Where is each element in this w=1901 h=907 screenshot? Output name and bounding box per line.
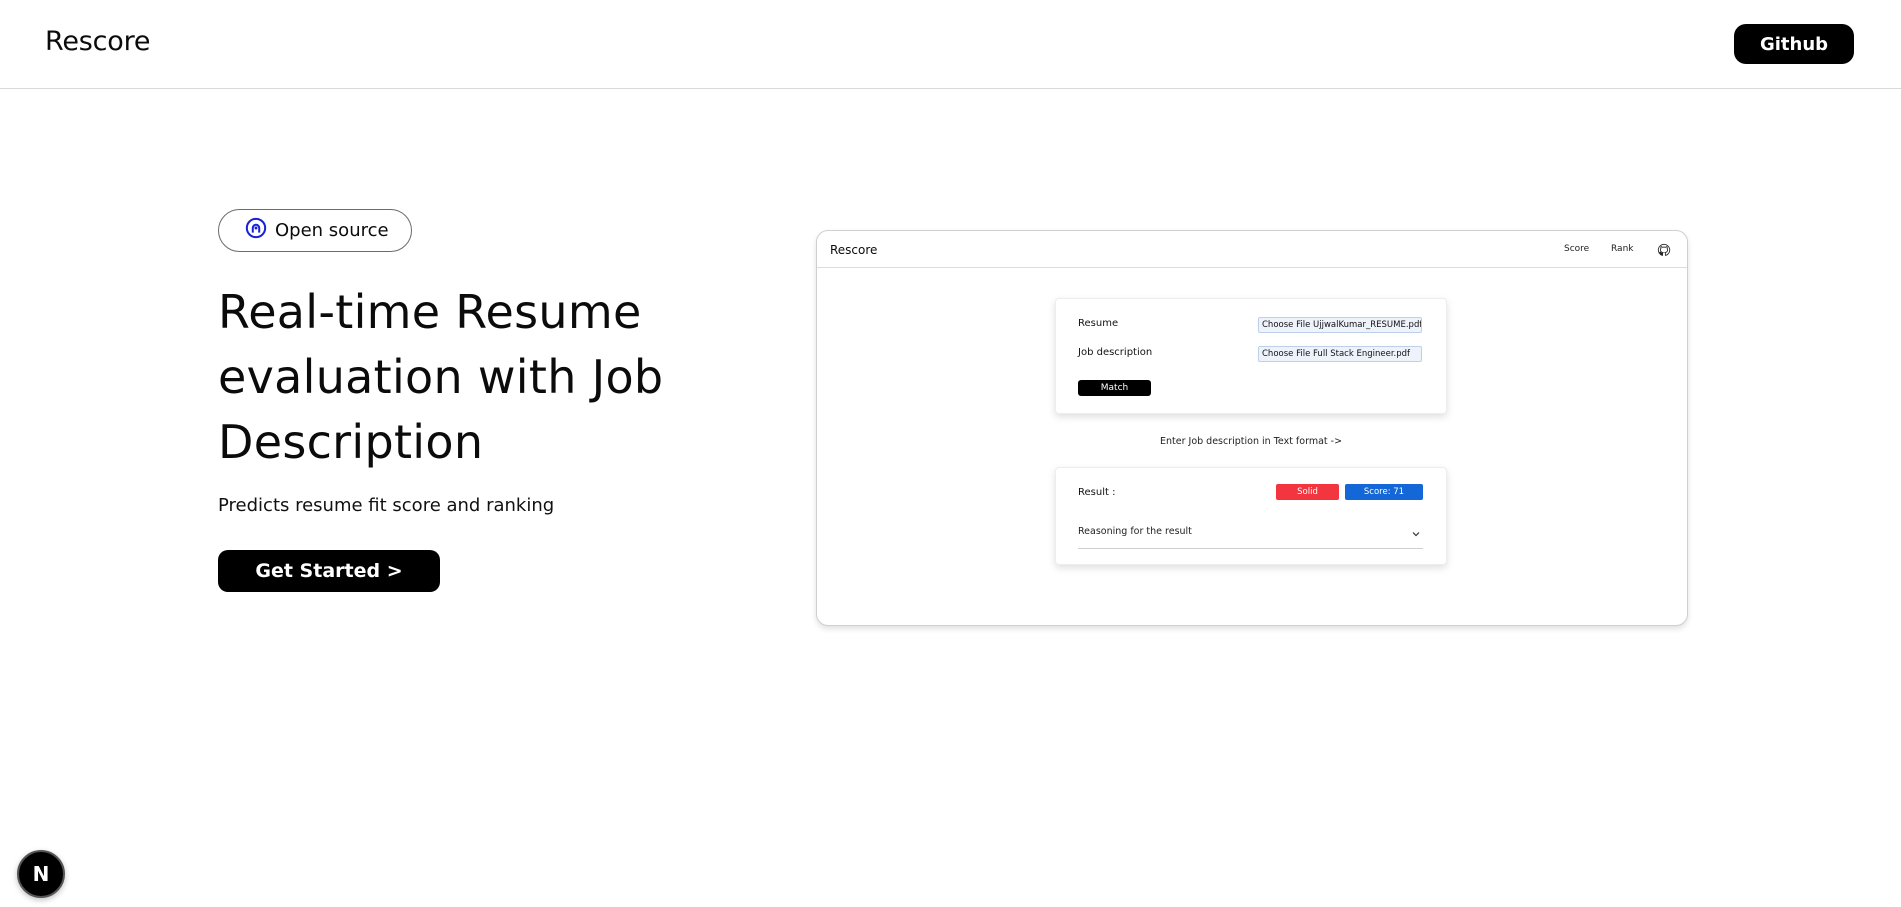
preview-nav-score[interactable]: Score xyxy=(1564,244,1589,254)
job-description-file-input[interactable]: Choose File Full Stack Engineer.pdf xyxy=(1258,346,1422,362)
preview-header: Rescore Score Rank xyxy=(817,231,1687,268)
hero-subheadline: Predicts resume fit score and ranking xyxy=(218,495,555,516)
hero-headline: Real-time Resume evaluation with Job Des… xyxy=(218,280,738,475)
open-source-label: Open source xyxy=(275,220,389,241)
result-card: Result : Solid Score: 71 Reasoning for t… xyxy=(1055,467,1447,565)
text-format-link[interactable]: Enter Job description in Text format -> xyxy=(1160,436,1342,447)
headline-line: Description xyxy=(218,415,484,469)
resume-label: Resume xyxy=(1078,318,1119,329)
reasoning-accordion[interactable]: Reasoning for the result xyxy=(1078,521,1423,549)
reasoning-label: Reasoning for the result xyxy=(1078,526,1192,537)
preview-brand[interactable]: Rescore xyxy=(830,243,877,257)
headline-line: Real-time Resume xyxy=(218,285,642,339)
score-badge: Score: 71 xyxy=(1345,484,1423,500)
upload-form-card: Resume Choose File UjjwalKumar_RESUME.pd… xyxy=(1055,298,1447,414)
open-source-badge: Open source xyxy=(218,209,412,252)
nextjs-dev-badge[interactable]: N xyxy=(17,850,65,898)
resume-file-input[interactable]: Choose File UjjwalKumar_RESUME.pdf xyxy=(1258,317,1422,333)
app-preview-window: Rescore Score Rank Resume Choose File Uj… xyxy=(816,230,1688,626)
preview-nav-rank[interactable]: Rank xyxy=(1611,244,1634,254)
site-header: Rescore Github xyxy=(0,0,1901,89)
result-label: Result : xyxy=(1078,487,1116,498)
github-icon[interactable] xyxy=(1657,242,1671,256)
headline-line: evaluation with Job xyxy=(218,350,664,404)
open-source-icon xyxy=(245,217,267,244)
github-button[interactable]: Github xyxy=(1734,24,1854,64)
job-description-label: Job description xyxy=(1078,347,1153,358)
verdict-badge: Solid xyxy=(1276,484,1339,500)
brand-logo[interactable]: Rescore xyxy=(45,26,151,57)
match-button[interactable]: Match xyxy=(1078,380,1151,396)
chevron-down-icon xyxy=(1412,532,1420,537)
get-started-button[interactable]: Get Started > xyxy=(218,550,440,592)
